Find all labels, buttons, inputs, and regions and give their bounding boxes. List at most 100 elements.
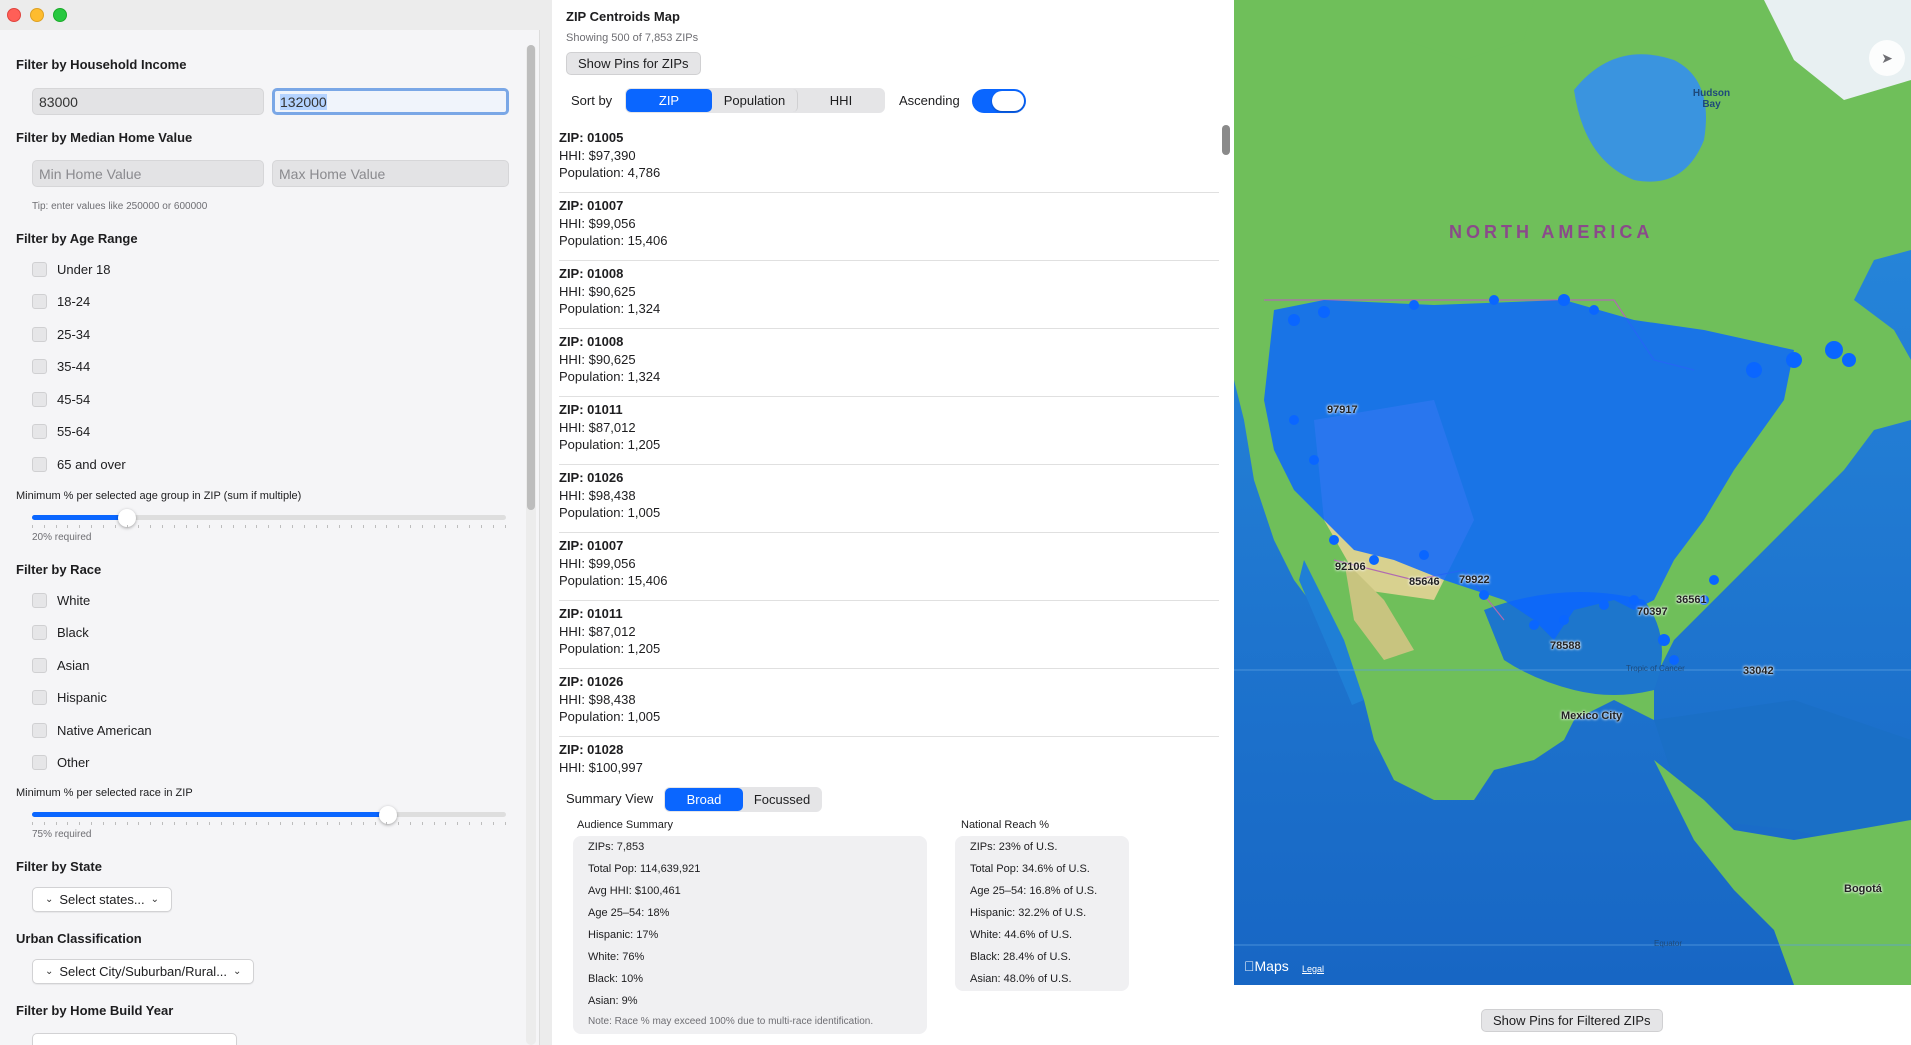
race-option-black[interactable]: Black	[32, 625, 89, 640]
audience-summary-box: ZIPs: 7,853 Total Pop: 114,639,921 Avg H…	[573, 836, 927, 1034]
slider-tick	[339, 822, 341, 825]
zip-label: 85646	[1409, 576, 1440, 588]
slider-tick	[150, 822, 152, 825]
summary-view-control[interactable]: Broad Focussed	[664, 787, 822, 812]
race-option-native-american[interactable]: Native American	[32, 723, 152, 738]
age-option-65-over[interactable]: 65 and over	[32, 457, 126, 472]
slider-tick	[445, 822, 447, 825]
income-max-input[interactable]: 132000	[272, 88, 509, 115]
zip-population: Population: 1,005	[559, 505, 661, 520]
age-slider[interactable]	[32, 509, 506, 528]
sort-option-zip[interactable]: ZIP	[626, 89, 712, 112]
list-item[interactable]: ZIP: 01007 HHI: $99,056 Population: 15,406	[559, 533, 1219, 601]
city-label: Mexico City	[1561, 710, 1623, 722]
age-option-18-24[interactable]: 18-24	[32, 294, 90, 309]
age-option-25-34[interactable]: 25-34	[32, 327, 90, 342]
slider-tick	[504, 525, 506, 528]
national-reach-box: ZIPs: 23% of U.S. Total Pop: 34.6% of U.…	[955, 836, 1129, 991]
minimize-window-button[interactable]	[30, 8, 44, 22]
race-option-hispanic[interactable]: Hispanic	[32, 690, 107, 705]
age-option-45-54[interactable]: 45-54	[32, 392, 90, 407]
audience-white: White: 76%	[588, 951, 645, 963]
checkbox[interactable]	[32, 392, 47, 407]
checkbox[interactable]	[32, 327, 47, 342]
max-home-value-input[interactable]: Max Home Value	[272, 160, 509, 187]
state-select[interactable]: ⌄ Select states... ⌄	[32, 887, 173, 912]
zip-list[interactable]: ZIP: 01005 HHI: $97,390 Population: 4,786 …	[559, 125, 1219, 775]
build-year-select[interactable]	[32, 1033, 237, 1045]
race-option-other[interactable]: Other	[32, 755, 90, 770]
age-option-35-44[interactable]: 35-44	[32, 359, 90, 374]
race-slider[interactable]	[32, 806, 506, 825]
zip-code: ZIP: 01005	[559, 130, 624, 145]
checkbox[interactable]	[32, 625, 47, 640]
min-home-value-input[interactable]: Min Home Value	[32, 160, 264, 187]
age-option-55-64[interactable]: 55-64	[32, 424, 90, 439]
reach-zips: ZIPs: 23% of U.S.	[970, 841, 1058, 853]
zip-code: ZIP: 01028	[559, 742, 624, 757]
ascending-toggle[interactable]	[972, 89, 1026, 113]
map-view[interactable]: NORTH AMERICA Hudson Bay 97917 92106 856…	[1234, 0, 1911, 985]
list-item[interactable]: ZIP: 01026 HHI: $98,438 Population: 1,005	[559, 465, 1219, 533]
list-item[interactable]: ZIP: 01005 HHI: $97,390 Population: 4,786	[559, 125, 1219, 193]
location-arrow-icon[interactable]: ➤	[1869, 40, 1905, 76]
show-pins-button[interactable]: Show Pins for ZIPs	[566, 52, 701, 75]
zip-list-scrollbar[interactable]	[1221, 125, 1231, 775]
summary-option-broad[interactable]: Broad	[665, 788, 743, 811]
checkbox[interactable]	[32, 424, 47, 439]
checkbox[interactable]	[32, 593, 47, 608]
urban-select[interactable]: ⌄ Select City/Suburban/Rural... ⌄	[32, 959, 255, 984]
race-option-label: Asian	[57, 658, 90, 673]
summary-option-focussed[interactable]: Focussed	[743, 788, 821, 811]
race-option-asian[interactable]: Asian	[32, 658, 90, 673]
filter-scrollbar[interactable]	[526, 45, 536, 1045]
list-item[interactable]: ZIP: 01028 HHI: $100,997	[559, 737, 1219, 775]
list-item[interactable]: ZIP: 01011 HHI: $87,012 Population: 1,205	[559, 397, 1219, 465]
zip-code: ZIP: 01011	[559, 606, 623, 621]
show-filtered-pins-button[interactable]: Show Pins for Filtered ZIPs	[1481, 1009, 1663, 1032]
legal-link[interactable]: Legal	[1302, 964, 1324, 974]
checkbox[interactable]	[32, 294, 47, 309]
zip-label: 79922	[1459, 574, 1490, 586]
filter-scrollbar-thumb[interactable]	[527, 45, 535, 510]
slider-tick	[374, 525, 376, 528]
slider-tick	[55, 822, 57, 825]
slider-tick	[315, 822, 317, 825]
sort-segmented-control[interactable]: ZIP Population HHI	[625, 88, 885, 113]
close-window-button[interactable]	[7, 8, 21, 22]
slider-tick	[185, 525, 187, 528]
checkbox[interactable]	[32, 690, 47, 705]
slider-tick	[91, 525, 93, 528]
list-item[interactable]: ZIP: 01007 HHI: $99,056 Population: 15,406	[559, 193, 1219, 261]
sort-option-population[interactable]: Population	[712, 89, 798, 112]
slider-tick	[79, 822, 81, 825]
maximize-window-button[interactable]	[53, 8, 67, 22]
filter-panel: Filter by Household Income 83000 132000 …	[0, 30, 540, 1045]
checkbox[interactable]	[32, 723, 47, 738]
list-item[interactable]: ZIP: 01008 HHI: $90,625 Population: 1,324	[559, 261, 1219, 329]
checkbox[interactable]	[32, 359, 47, 374]
list-item[interactable]: ZIP: 01008 HHI: $90,625 Population: 1,324	[559, 329, 1219, 397]
age-option-under-18[interactable]: Under 18	[32, 262, 110, 277]
slider-tick	[303, 525, 305, 528]
income-min-input[interactable]: 83000	[32, 88, 264, 115]
age-option-label: 45-54	[57, 392, 91, 407]
checkbox[interactable]	[32, 658, 47, 673]
ascending-label: Ascending	[899, 93, 960, 108]
slider-tick	[457, 822, 459, 825]
race-required: 75% required	[32, 829, 92, 840]
list-item[interactable]: ZIP: 01026 HHI: $98,438 Population: 1,005	[559, 669, 1219, 737]
slider-tick	[114, 822, 116, 825]
slider-tick	[350, 525, 352, 528]
race-option-white[interactable]: White	[32, 593, 90, 608]
slider-tick	[445, 525, 447, 528]
reach-age: Age 25–54: 16.8% of U.S.	[970, 885, 1098, 897]
zip-list-scrollbar-thumb[interactable]	[1222, 125, 1230, 155]
chevron-down-icon: ⌄	[233, 966, 242, 977]
sort-option-hhi[interactable]: HHI	[798, 89, 884, 112]
checkbox[interactable]	[32, 755, 47, 770]
audience-total-pop: Total Pop: 114,639,921	[588, 863, 701, 875]
checkbox[interactable]	[32, 262, 47, 277]
list-item[interactable]: ZIP: 01011 HHI: $87,012 Population: 1,205	[559, 601, 1219, 669]
checkbox[interactable]	[32, 457, 47, 472]
